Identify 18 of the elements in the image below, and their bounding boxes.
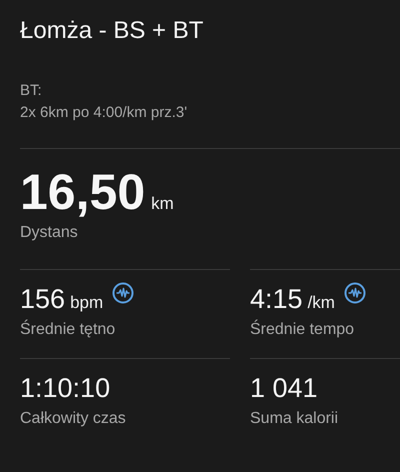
stat-label: Całkowity czas xyxy=(20,409,127,429)
description-text: BT: xyxy=(20,82,43,100)
stat-unit: /km xyxy=(308,293,335,313)
stat-label: Średnie tętno xyxy=(20,320,116,340)
stat-label: Suma kalorii xyxy=(250,409,340,429)
stat-value: 4:15 xyxy=(250,284,303,314)
stat-value: 1:10:10 xyxy=(20,373,110,403)
stat-label: Dystans xyxy=(20,223,79,243)
distance-unit: km xyxy=(151,194,174,214)
heart-rate-chart-icon[interactable] xyxy=(344,282,366,304)
distance-value: 16,50 xyxy=(20,167,146,217)
description-text: 2x 6km po 4:00/km prz.3' xyxy=(20,104,188,122)
heart-rate-chart-icon[interactable] xyxy=(112,282,134,304)
stat-value: 156 xyxy=(20,284,66,314)
activity-title: Łomża - BS + BT xyxy=(20,16,204,46)
stat-unit: bpm xyxy=(70,293,104,313)
stat-label: Średnie tempo xyxy=(250,320,356,340)
stat-value: 1 041 xyxy=(250,373,318,403)
